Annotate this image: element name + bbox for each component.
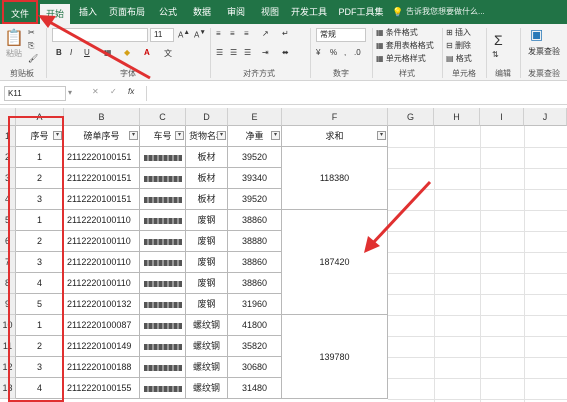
arrow-to-sum-column	[364, 180, 432, 253]
arrow-to-file-tab	[38, 15, 151, 80]
annotation-arrows	[38, 15, 432, 253]
